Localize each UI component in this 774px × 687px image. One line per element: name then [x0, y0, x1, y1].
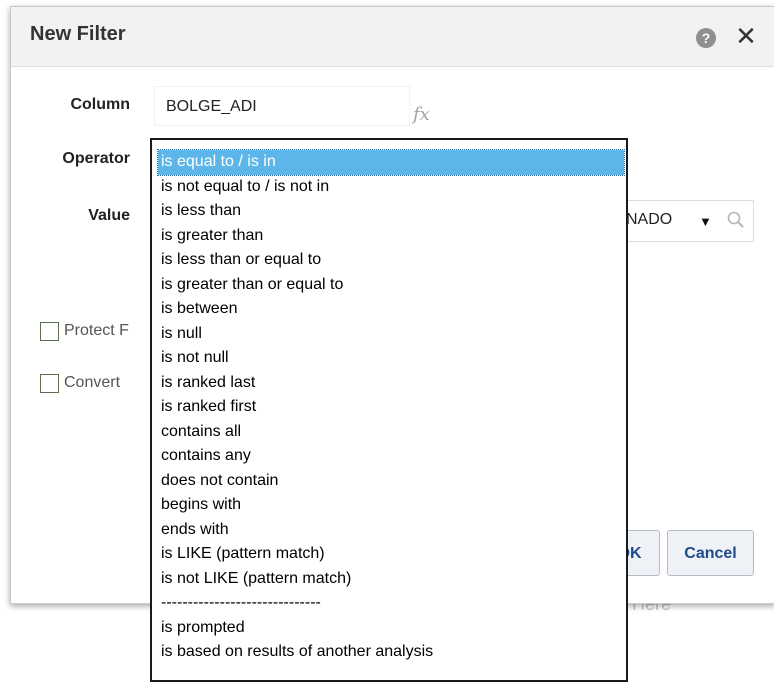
operator-option[interactable]: ends with: [158, 518, 622, 543]
operator-option[interactable]: is less than or equal to: [158, 248, 622, 273]
column-field: BOLGE_ADI: [154, 86, 410, 126]
operator-option[interactable]: ------------------------------: [158, 591, 622, 616]
operator-dropdown-list[interactable]: is equal to / is in is not equal to / is …: [150, 138, 628, 682]
operator-option[interactable]: begins with: [158, 493, 622, 518]
operator-option[interactable]: is equal to / is in: [157, 149, 625, 176]
operator-option[interactable]: is null: [158, 322, 622, 347]
operator-option[interactable]: is not null: [158, 346, 622, 371]
operator-option[interactable]: is LIKE (pattern match): [158, 542, 622, 567]
operator-option[interactable]: is less than: [158, 199, 622, 224]
column-label: Column: [70, 96, 130, 113]
operator-option[interactable]: does not contain: [158, 469, 622, 494]
value-select-text: NADO: [626, 211, 673, 228]
dialog-title-bar: New Filter ? ✕: [11, 7, 774, 67]
operator-option[interactable]: is greater than or equal to: [158, 273, 622, 298]
protect-label: Protect F: [64, 322, 129, 339]
protect-checkbox[interactable]: [40, 322, 59, 341]
fx-icon[interactable]: fx: [413, 104, 430, 125]
operator-option[interactable]: is ranked first: [158, 395, 622, 420]
operator-option[interactable]: is prompted: [158, 616, 622, 641]
operator-option[interactable]: contains any: [158, 444, 622, 469]
caret-down-icon[interactable]: ▼: [699, 214, 712, 229]
search-icon[interactable]: [724, 208, 748, 232]
operator-option[interactable]: is between: [158, 297, 622, 322]
operator-option[interactable]: is not equal to / is not in: [158, 175, 622, 200]
operator-option[interactable]: is ranked last: [158, 371, 622, 396]
operator-option[interactable]: is not LIKE (pattern match): [158, 567, 622, 592]
operator-option[interactable]: is based on results of another analysis: [158, 640, 622, 665]
value-label: Value: [88, 207, 130, 224]
operator-option[interactable]: is greater than: [158, 224, 622, 249]
operator-option[interactable]: contains all: [158, 420, 622, 445]
close-icon[interactable]: ✕: [735, 21, 757, 51]
operator-label: Operator: [62, 150, 130, 167]
cancel-button[interactable]: Cancel: [667, 530, 754, 576]
convert-label: Convert: [64, 374, 121, 391]
dialog-title: New Filter: [30, 23, 126, 45]
convert-checkbox[interactable]: [40, 374, 59, 393]
help-icon[interactable]: ?: [696, 28, 716, 48]
